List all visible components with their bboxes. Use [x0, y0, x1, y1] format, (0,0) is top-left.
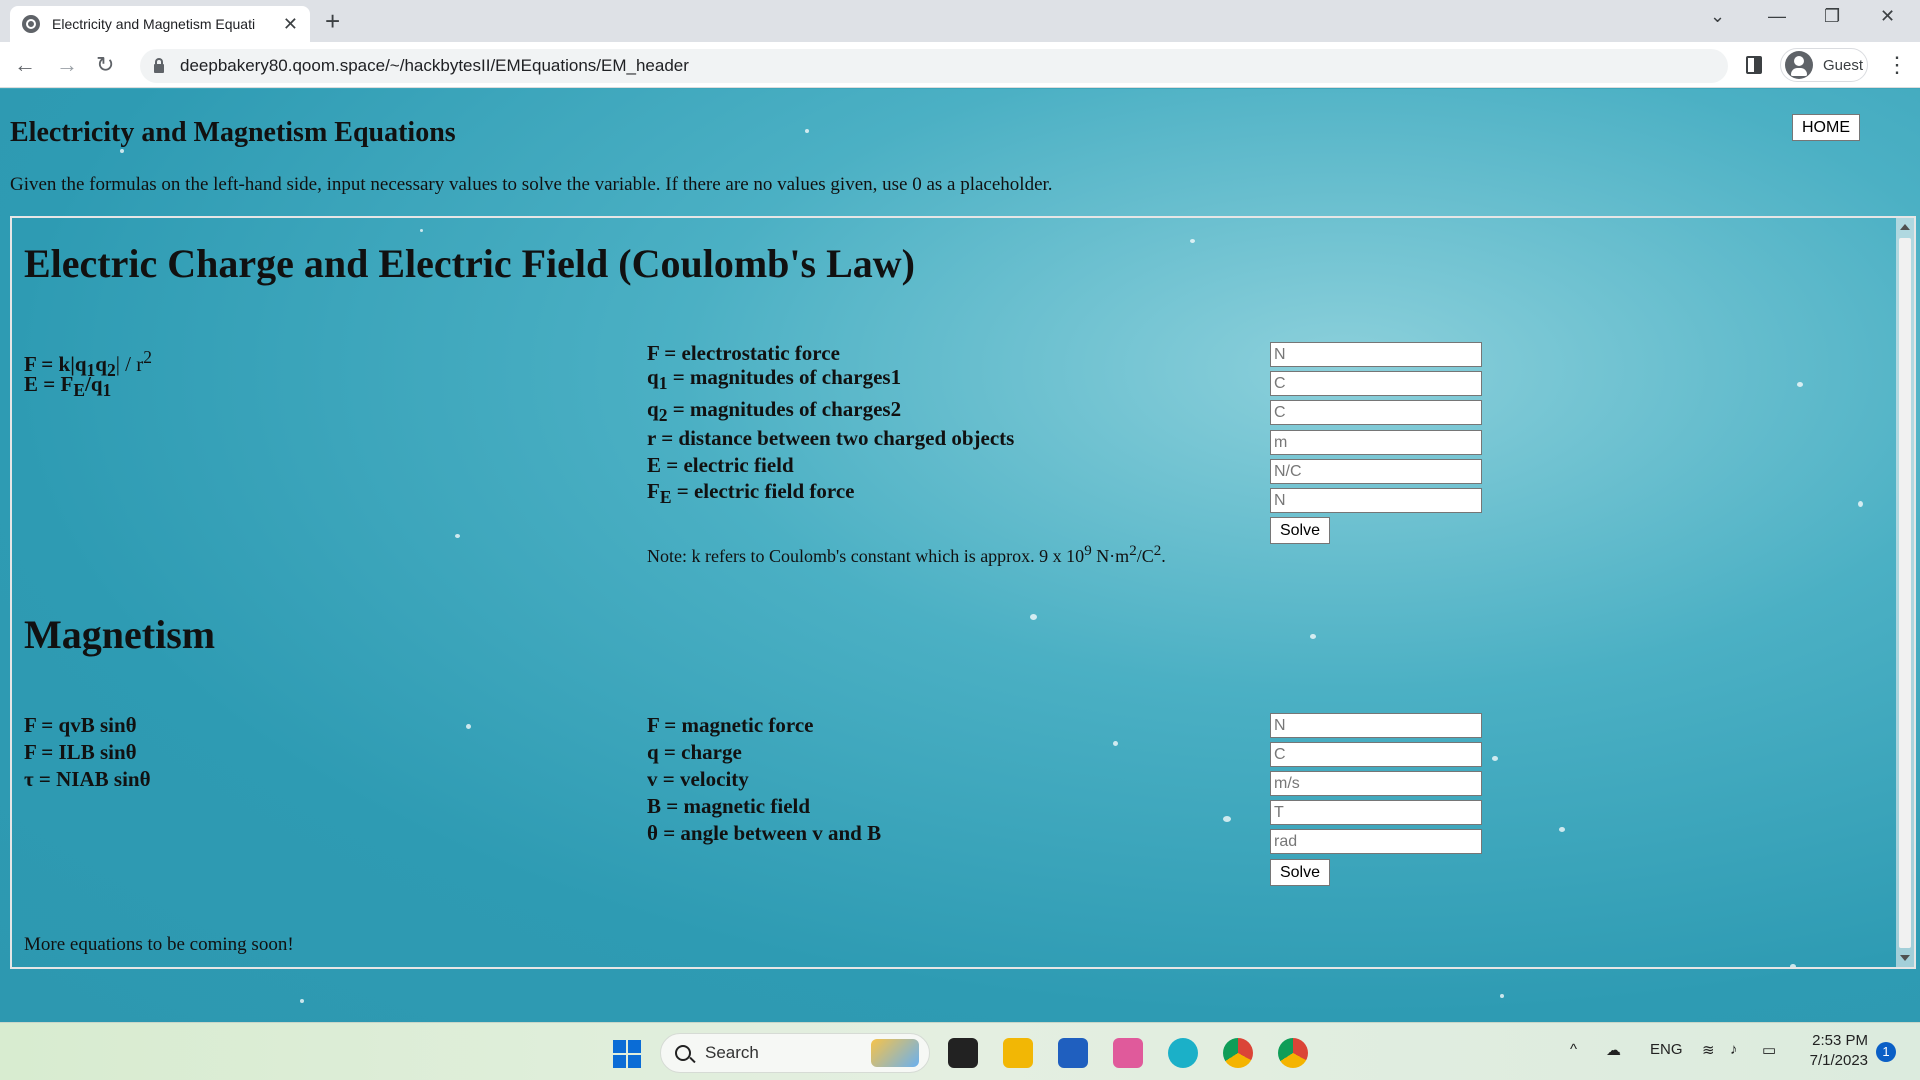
tab-search-chevron-icon[interactable]: ⌄	[1710, 6, 1725, 27]
coulomb-field-input[interactable]	[1270, 459, 1482, 484]
coulomb-distance-input[interactable]	[1270, 430, 1482, 455]
avatar-icon	[1785, 51, 1813, 79]
tray-chevron-icon[interactable]: ^	[1570, 1041, 1577, 1058]
coulomb-section-title: Electric Charge and Electric Field (Coul…	[24, 241, 915, 286]
close-window-icon[interactable]: ✕	[1880, 6, 1895, 27]
magnetism-charge-input[interactable]	[1270, 742, 1482, 767]
var-magnetic-force: F = magnetic force	[647, 713, 814, 737]
var-velocity: v = velocity	[647, 767, 749, 791]
var-electric-field: E = electric field	[647, 453, 794, 477]
coulomb-charge1-input[interactable]	[1270, 371, 1482, 396]
var-electrostatic-force: F = electrostatic force	[647, 341, 840, 365]
chrome-active-icon[interactable]	[1278, 1038, 1308, 1068]
tab-title: Electricity and Magnetism Equati	[52, 16, 256, 32]
magnetic-force-charge-formula: F = qvB sinθ	[24, 713, 137, 737]
side-panel-icon[interactable]	[1746, 56, 1762, 74]
snipping-tool-icon[interactable]	[1113, 1038, 1143, 1068]
coulomb-force-input[interactable]	[1270, 342, 1482, 367]
scrollbar-thumb[interactable]	[1899, 238, 1911, 948]
profile-button[interactable]: Guest	[1780, 48, 1868, 82]
clock-time: 2:53 PM	[1812, 1032, 1868, 1049]
close-tab-icon[interactable]: ✕	[283, 14, 298, 35]
notification-badge[interactable]: 1	[1876, 1042, 1896, 1062]
page-body: Electricity and Magnetism Equations HOME…	[0, 89, 1920, 1022]
language-indicator[interactable]: ENG	[1650, 1041, 1683, 1058]
var-magnetic-field: B = magnetic field	[647, 794, 811, 818]
coming-soon-note: More equations to be coming soon!	[24, 934, 294, 955]
browser-toolbar: ← → ↻ deepbakery80.qoom.space/~/hackbyte…	[0, 42, 1920, 88]
sticky-notes-icon[interactable]	[948, 1038, 978, 1068]
address-url: deepbakery80.qoom.space/~/hackbytesII/EM…	[180, 56, 689, 75]
torque-formula: τ = NIAB sinθ	[24, 767, 151, 791]
more-menu-icon[interactable]: ⋮	[1886, 52, 1908, 78]
onedrive-icon[interactable]: ☁	[1606, 1041, 1621, 1059]
coulomb-solve-button[interactable]: Solve	[1270, 517, 1330, 544]
magnetic-force-wire-formula: F = ILB sinθ	[24, 740, 137, 764]
globe-icon	[22, 15, 40, 33]
profile-label: Guest	[1823, 56, 1864, 74]
electric-field-formula: E = FE/q1	[24, 372, 112, 401]
scroll-up-icon[interactable]	[1900, 224, 1910, 230]
iframe-scrollbar[interactable]	[1896, 218, 1914, 967]
magnetism-angle-input[interactable]	[1270, 829, 1482, 854]
wifi-icon[interactable]: ≋	[1702, 1041, 1715, 1059]
var-charge: q = charge	[647, 740, 742, 764]
search-icon	[675, 1045, 691, 1061]
minimize-icon[interactable]: —	[1768, 6, 1786, 27]
coulomb-field-force-input[interactable]	[1270, 488, 1482, 513]
coulomb-charge2-input[interactable]	[1270, 400, 1482, 425]
home-button[interactable]: HOME	[1792, 114, 1860, 141]
back-arrow-icon[interactable]: ←	[14, 52, 36, 78]
intro-text: Given the formulas on the left-hand side…	[10, 174, 1053, 195]
var-angle: θ = angle between v and B	[647, 821, 882, 845]
taskbar-search[interactable]: Search	[660, 1033, 930, 1073]
search-highlight-icon	[871, 1039, 919, 1067]
restore-icon[interactable]: ❐	[1824, 6, 1840, 27]
windows-start-icon[interactable]	[613, 1040, 641, 1068]
new-tab-icon[interactable]: +	[325, 6, 340, 37]
battery-icon[interactable]: ▭	[1762, 1041, 1776, 1059]
taskbar: Search ^ ☁ ENG ≋ ♪ ▭ 2:53 PM 7/1/2023 1	[0, 1022, 1920, 1080]
clock-date: 7/1/2023	[1809, 1052, 1868, 1069]
edge-icon[interactable]	[1168, 1038, 1198, 1068]
var-charge1: q1 = magnitudes of charges1	[647, 365, 902, 394]
magnetism-section-title: Magnetism	[24, 612, 216, 657]
browser-tabstrip: Electricity and Magnetism Equati ✕ + ⌄ —…	[0, 0, 1920, 42]
lock-icon	[154, 57, 164, 73]
file-explorer-icon[interactable]	[1003, 1038, 1033, 1068]
magnetism-velocity-input[interactable]	[1270, 771, 1482, 796]
browser-tab[interactable]: Electricity and Magnetism Equati ✕	[10, 6, 310, 42]
volume-icon[interactable]: ♪	[1730, 1041, 1738, 1058]
forward-arrow-icon[interactable]: →	[56, 52, 78, 78]
magnetism-solve-button[interactable]: Solve	[1270, 859, 1330, 886]
magnetism-field-input[interactable]	[1270, 800, 1482, 825]
var-field-force: FE = electric field force	[647, 479, 855, 508]
magnetism-force-input[interactable]	[1270, 713, 1482, 738]
coulomb-constant-note: Note: k refers to Coulomb's constant whi…	[647, 543, 1166, 566]
notepad-icon[interactable]	[1058, 1038, 1088, 1068]
equations-iframe[interactable]: Electric Charge and Electric Field (Coul…	[10, 216, 1916, 969]
scroll-down-icon[interactable]	[1900, 955, 1910, 961]
var-distance: r = distance between two charged objects	[647, 426, 1015, 450]
page-title: Electricity and Magnetism Equations	[10, 117, 456, 148]
reload-icon[interactable]: ↻	[96, 52, 114, 78]
system-clock[interactable]: 2:53 PM 7/1/2023	[1800, 1031, 1868, 1071]
search-label: Search	[705, 1043, 759, 1062]
chrome-icon[interactable]	[1223, 1038, 1253, 1068]
address-bar[interactable]: deepbakery80.qoom.space/~/hackbytesII/EM…	[140, 49, 1728, 83]
